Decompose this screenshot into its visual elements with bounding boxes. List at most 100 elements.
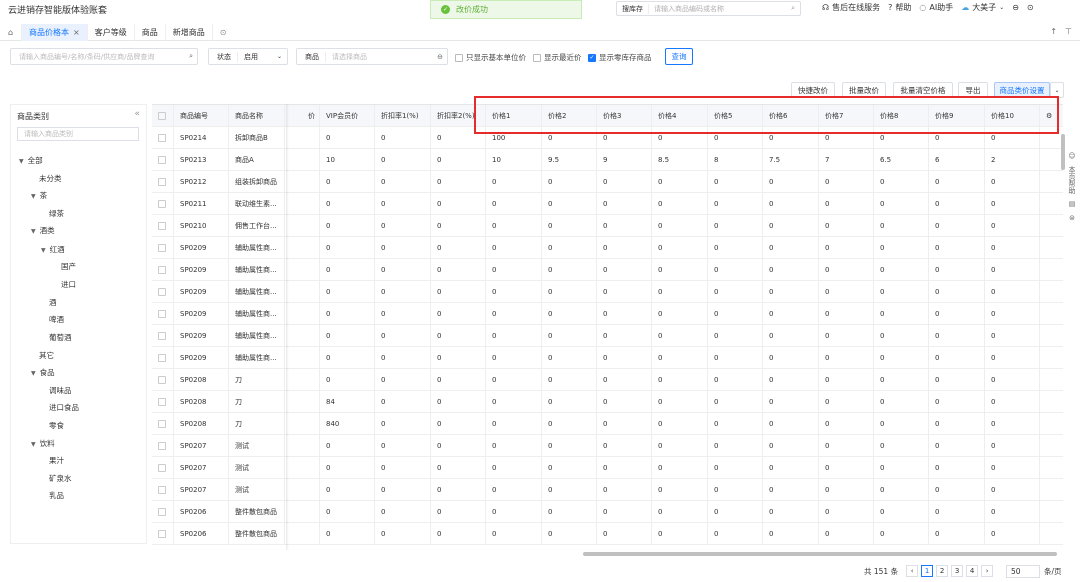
table-cell[interactable]: 0 <box>431 149 486 171</box>
table-cell[interactable]: 0 <box>652 479 708 501</box>
chevron-down-icon[interactable]: ⌄ <box>999 4 1004 11</box>
sidebar-tree-item[interactable]: ▼ 酒类 <box>31 225 55 236</box>
table-cell[interactable]: 0 <box>320 259 375 281</box>
table-cell[interactable]: 0 <box>819 303 874 325</box>
table-cell[interactable]: 0 <box>431 281 486 303</box>
row-checkbox-cell[interactable] <box>152 325 174 347</box>
row-checkbox[interactable] <box>158 288 166 296</box>
more-icon[interactable]: ⊖ <box>437 53 443 61</box>
table-cell[interactable]: 0 <box>874 413 929 435</box>
search-icon[interactable]: ⌕ <box>791 4 795 13</box>
table-cell[interactable]: 0 <box>431 413 486 435</box>
row-checkbox[interactable] <box>158 420 166 428</box>
sidebar-tree-item[interactable]: 零食 <box>49 420 64 431</box>
table-cell[interactable]: 0 <box>874 325 929 347</box>
status-select[interactable]: 状态 启用 ⌄ <box>208 48 288 65</box>
table-cell[interactable]: 0 <box>486 325 542 347</box>
tab-price-book[interactable]: 商品价格本 × <box>22 23 88 41</box>
table-cell[interactable]: 0 <box>375 127 431 149</box>
sidebar-tree-item[interactable]: 果汁 <box>49 455 64 466</box>
table-cell[interactable]: 0 <box>652 391 708 413</box>
table-cell[interactable]: 0 <box>486 259 542 281</box>
table-cell[interactable]: 0 <box>708 457 763 479</box>
table-cell[interactable]: 0 <box>375 413 431 435</box>
row-checkbox-cell[interactable] <box>152 259 174 281</box>
table-cell[interactable]: 0 <box>597 259 652 281</box>
table-cell[interactable]: 0 <box>874 369 929 391</box>
table-cell[interactable]: 0 <box>375 479 431 501</box>
table-cell[interactable]: 0 <box>542 193 597 215</box>
close-icon[interactable]: × <box>73 28 80 37</box>
table-cell[interactable]: 0 <box>431 303 486 325</box>
sidebar-tree-item[interactable]: ▼ 茶 <box>31 190 47 201</box>
table-cell[interactable]: 0 <box>375 215 431 237</box>
select-all-checkbox-cell[interactable] <box>152 105 174 127</box>
table-cell[interactable]: 0 <box>985 215 1040 237</box>
table-cell[interactable]: 0 <box>486 501 542 523</box>
only-base-unit-checkbox[interactable]: 只显示基本单位价 <box>455 52 526 63</box>
sidebar-tree-item[interactable]: 调味品 <box>49 385 72 396</box>
table-cell[interactable]: 0 <box>929 259 985 281</box>
table-cell[interactable]: 0 <box>486 347 542 369</box>
table-cell[interactable]: 0 <box>985 325 1040 347</box>
table-cell[interactable]: 0 <box>708 479 763 501</box>
global-search-input[interactable]: 请输入商品编码或名称 <box>649 4 791 14</box>
row-checkbox[interactable] <box>158 332 166 340</box>
page-size-select[interactable]: 50 条/页 <box>1006 565 1062 578</box>
table-cell[interactable]: 0 <box>652 171 708 193</box>
row-checkbox-cell[interactable] <box>152 413 174 435</box>
table-cell[interactable]: 0 <box>874 281 929 303</box>
table-cell[interactable]: 0 <box>597 215 652 237</box>
table-cell[interactable]: 0 <box>431 523 486 545</box>
table-cell[interactable]: 0 <box>597 303 652 325</box>
table-cell[interactable]: 0 <box>819 259 874 281</box>
table-cell[interactable]: 0 <box>320 127 375 149</box>
table-cell[interactable]: 0 <box>985 237 1040 259</box>
table-cell[interactable]: 0 <box>375 259 431 281</box>
row-checkbox[interactable] <box>158 376 166 384</box>
table-cell[interactable]: 0 <box>819 457 874 479</box>
table-cell[interactable]: 0 <box>763 479 819 501</box>
row-checkbox[interactable] <box>158 398 166 406</box>
table-cell[interactable]: 0 <box>597 281 652 303</box>
table-cell[interactable]: 0 <box>819 523 874 545</box>
table-cell[interactable]: 0 <box>431 171 486 193</box>
category-search-input[interactable]: 请输入商品类别 <box>17 127 139 141</box>
table-cell[interactable]: 0 <box>929 391 985 413</box>
more-tabs-icon[interactable]: ⊙ <box>213 24 234 41</box>
table-cell[interactable]: 10 <box>320 149 375 171</box>
table-cell[interactable]: 0 <box>874 501 929 523</box>
sidebar-tree-item[interactable]: 酒 <box>49 297 57 308</box>
row-checkbox-cell[interactable] <box>152 435 174 457</box>
sidebar-tree-item[interactable]: 进口食品 <box>49 402 79 413</box>
table-cell[interactable]: 0 <box>486 303 542 325</box>
table-cell[interactable]: 0 <box>763 347 819 369</box>
table-cell[interactable]: 0 <box>431 457 486 479</box>
search-icon[interactable]: ⌕ <box>189 52 193 61</box>
table-cell[interactable]: 0 <box>652 259 708 281</box>
row-checkbox-cell[interactable] <box>152 237 174 259</box>
table-cell[interactable]: 0 <box>985 479 1040 501</box>
table-cell[interactable]: 0 <box>874 193 929 215</box>
table-cell[interactable]: 0 <box>375 391 431 413</box>
table-cell[interactable]: 0 <box>431 391 486 413</box>
table-cell[interactable]: 0 <box>708 171 763 193</box>
table-cell[interactable]: 0 <box>375 303 431 325</box>
table-cell[interactable]: 0 <box>375 501 431 523</box>
collapse-icon[interactable]: « <box>134 109 140 119</box>
table-cell[interactable]: 0 <box>763 215 819 237</box>
row-checkbox[interactable] <box>158 442 166 450</box>
table-cell[interactable]: 0 <box>819 171 874 193</box>
table-cell[interactable]: 0 <box>819 413 874 435</box>
help-icon[interactable]: ? <box>888 3 892 12</box>
table-cell[interactable]: 0 <box>708 391 763 413</box>
table-cell[interactable]: 0 <box>375 369 431 391</box>
table-cell[interactable]: 0 <box>375 193 431 215</box>
row-checkbox[interactable] <box>158 134 166 142</box>
arrow-up-icon[interactable]: ↑ <box>1050 27 1057 36</box>
page-4[interactable]: 4 <box>966 565 979 577</box>
table-cell[interactable]: 0 <box>929 457 985 479</box>
table-cell[interactable]: 0 <box>486 457 542 479</box>
table-cell[interactable]: 0 <box>985 281 1040 303</box>
table-cell[interactable]: 0 <box>763 369 819 391</box>
